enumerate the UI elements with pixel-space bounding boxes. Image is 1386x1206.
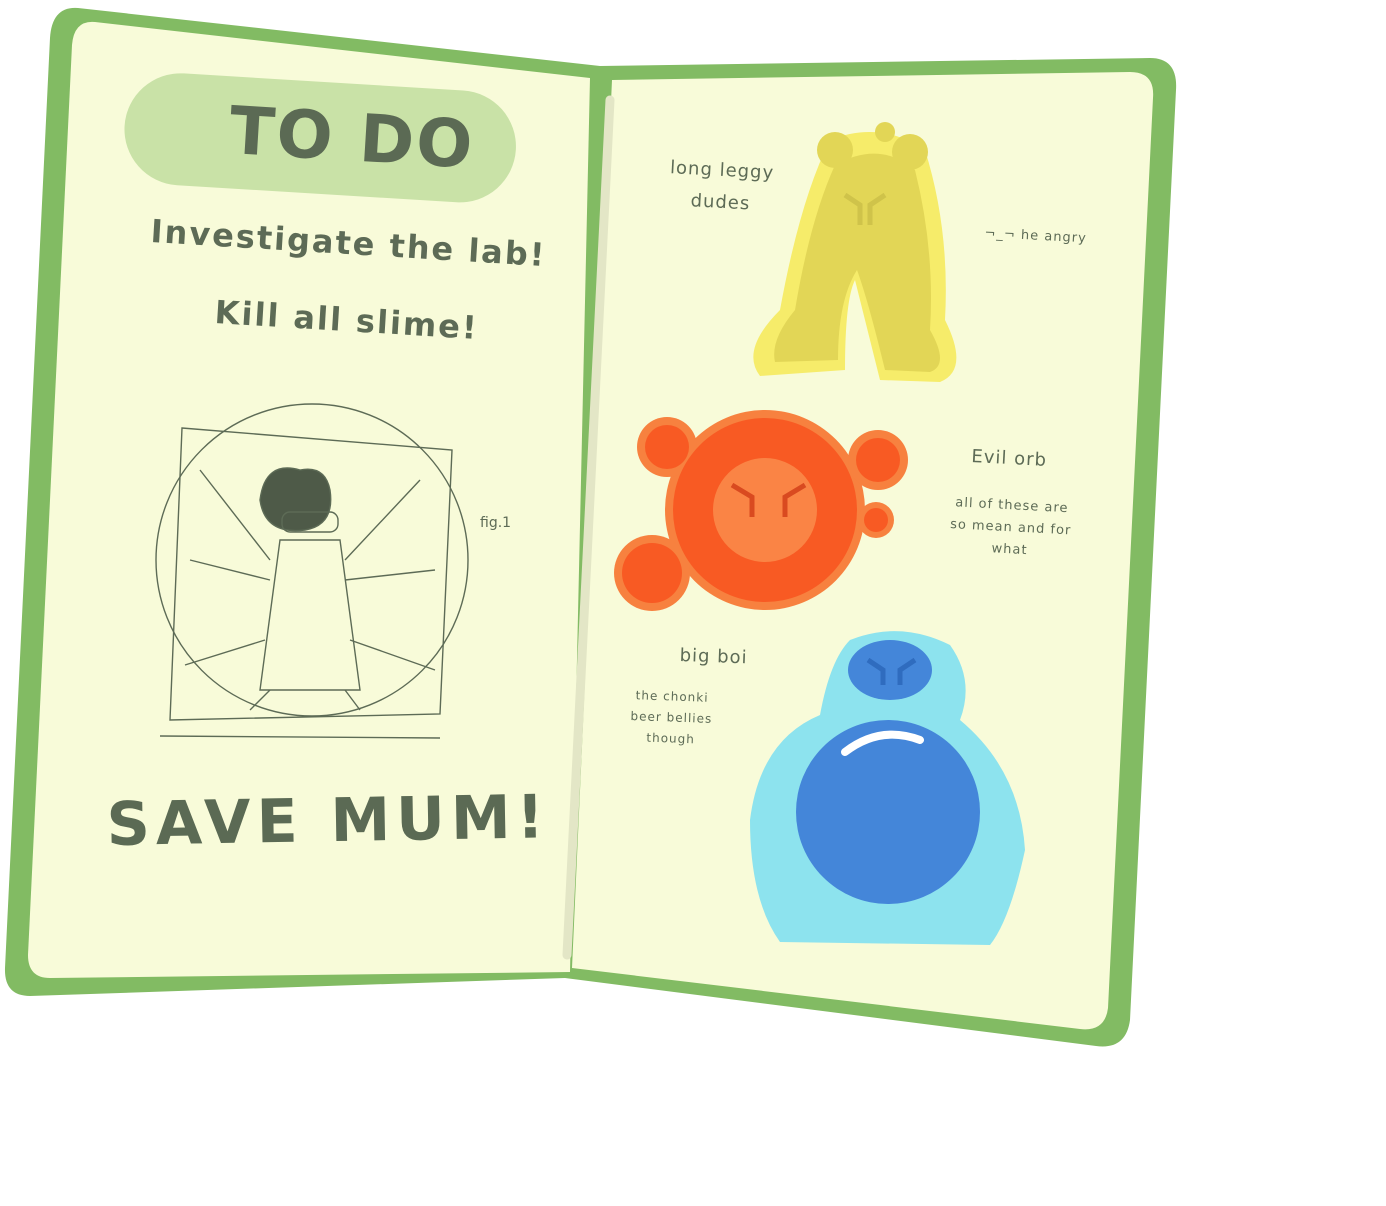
page-title: TO DO xyxy=(227,92,477,184)
goal-text: SAVE MUM! xyxy=(106,782,551,860)
slime-note-blue: the chonki beer bellies though xyxy=(630,688,713,747)
figure-label: fig.1 xyxy=(480,515,512,531)
slime-name-yellow: long leggy dudes xyxy=(669,157,775,215)
slime-note-orange: all of these are so mean and for what xyxy=(949,495,1072,559)
slime-name-blue: big boi xyxy=(679,645,748,669)
slime-name-orange: Evil orb xyxy=(970,446,1048,471)
